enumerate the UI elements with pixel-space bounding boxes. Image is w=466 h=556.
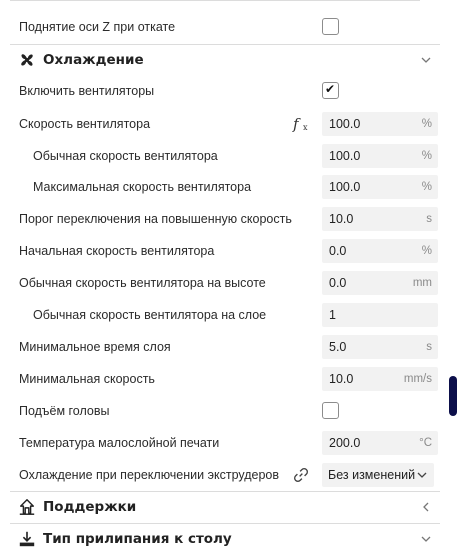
threshold-high-speed-input[interactable]: 10.0 s [322, 207, 438, 231]
field-value: 100.0 [329, 117, 361, 131]
support-icon [19, 499, 35, 515]
field-value: 10.0 [329, 212, 354, 226]
field-value: 5.0 [329, 340, 347, 354]
setting-label: Скорость вентилятора [19, 117, 151, 131]
setting-row-extruder-switch-cooling: Охлаждение при переключении экструдеров … [0, 462, 440, 488]
setting-label: Поднятие оси Z при откате [19, 20, 176, 34]
field-value: 100.0 [329, 180, 361, 194]
max-fan-speed-input[interactable]: 100.0 % [322, 175, 438, 199]
setting-label: Температура малослойной печати [19, 436, 220, 450]
top-divider [10, 0, 420, 1]
field-unit: mm [412, 277, 432, 289]
setting-label: Обычная скорость вентилятора на высоте [19, 276, 266, 290]
field-value: 200.0 [329, 436, 361, 450]
fan-icon [21, 54, 33, 66]
function-icon[interactable]: fx [293, 115, 311, 133]
chevron-down-icon[interactable] [420, 54, 432, 66]
setting-label: Начальная скорость вентилятора [19, 244, 215, 258]
setting-row-low-layer-temp: Температура малослойной печати 200.0 °C [0, 430, 440, 456]
setting-label: Минимальное время слоя [19, 340, 171, 354]
extruder-switch-cooling-select[interactable]: Без изменений [322, 463, 434, 487]
section-title: Тип прилипания к столу [43, 531, 232, 547]
field-unit: s [426, 341, 432, 353]
field-unit: % [421, 245, 432, 257]
setting-label: Максимальная скорость вентилятора [33, 180, 252, 194]
setting-row-retract-lift-z: Поднятие оси Z при откате [0, 14, 440, 40]
enable-fans-checkbox[interactable] [322, 82, 339, 99]
min-speed-input[interactable]: 10.0 mm/s [322, 367, 438, 391]
section-header-cooling[interactable]: Охлаждение [0, 45, 440, 75]
setting-row-initial-fan-speed: Начальная скорость вентилятора 0.0 % [0, 238, 440, 264]
section-header-supports[interactable]: Поддержки [0, 492, 440, 522]
chevron-down-icon [417, 472, 427, 478]
field-unit: mm/s [403, 373, 432, 385]
retract-lift-z-checkbox[interactable] [322, 18, 339, 35]
field-unit: °C [419, 437, 432, 449]
field-value: 10.0 [329, 372, 354, 386]
setting-row-fan-speed: Скорость вентилятора fx 100.0 % [0, 111, 440, 137]
section-title: Охлаждение [43, 52, 144, 68]
normal-fan-speed-input[interactable]: 100.0 % [322, 144, 438, 168]
normal-speed-at-layer-input[interactable]: 1 [322, 303, 438, 327]
low-layer-temp-input[interactable]: 200.0 °C [322, 431, 438, 455]
setting-label: Подъём головы [19, 404, 110, 418]
link-icon[interactable] [292, 466, 310, 484]
min-layer-time-input[interactable]: 5.0 s [322, 335, 438, 359]
setting-row-enable-fans: Включить вентиляторы [0, 78, 440, 104]
setting-label: Обычная скорость вентилятора на слое [33, 308, 267, 322]
normal-speed-at-height-input[interactable]: 0.0 mm [322, 271, 438, 295]
field-unit: % [421, 150, 432, 162]
setting-row-threshold-high-speed: Порог переключения на повышенную скорост… [0, 206, 440, 232]
field-unit: % [421, 181, 432, 193]
fan-speed-input[interactable]: 100.0 % [322, 112, 438, 136]
setting-row-normal-fan-speed: Обычная скорость вентилятора 100.0 % [0, 143, 440, 169]
setting-label: Включить вентиляторы [19, 84, 155, 98]
setting-row-normal-speed-at-height: Обычная скорость вентилятора на высоте 0… [0, 270, 440, 296]
setting-label: Порог переключения на повышенную скорост… [19, 212, 292, 226]
field-unit: s [426, 213, 432, 225]
field-value: 0.0 [329, 244, 347, 258]
setting-row-lift-head: Подъём головы [0, 398, 440, 424]
setting-row-min-layer-time: Минимальное время слоя 5.0 s [0, 334, 440, 360]
select-value: Без изменений [328, 468, 416, 482]
chevron-down-icon[interactable] [420, 533, 432, 545]
field-unit: % [421, 118, 432, 130]
field-value: 100.0 [329, 149, 361, 163]
setting-row-normal-speed-at-layer: Обычная скорость вентилятора на слое 1 [0, 302, 440, 328]
setting-row-max-fan-speed: Максимальная скорость вентилятора 100.0 … [0, 174, 440, 200]
setting-row-min-speed: Минимальная скорость 10.0 mm/s [0, 366, 440, 392]
bed-adhesion-icon [19, 531, 35, 547]
setting-label: Минимальная скорость [19, 372, 155, 386]
setting-label: Обычная скорость вентилятора [33, 149, 218, 163]
scrollbar-thumb[interactable] [449, 376, 457, 416]
section-title: Поддержки [43, 499, 137, 515]
initial-fan-speed-input[interactable]: 0.0 % [322, 239, 438, 263]
setting-label: Охлаждение при переключении экструдеров [19, 468, 280, 482]
chevron-left-icon[interactable] [420, 501, 432, 513]
field-value: 0.0 [329, 276, 347, 290]
field-value: 1 [329, 308, 336, 322]
section-header-bed-adhesion[interactable]: Тип прилипания к столу [0, 524, 440, 554]
lift-head-checkbox[interactable] [322, 402, 339, 419]
